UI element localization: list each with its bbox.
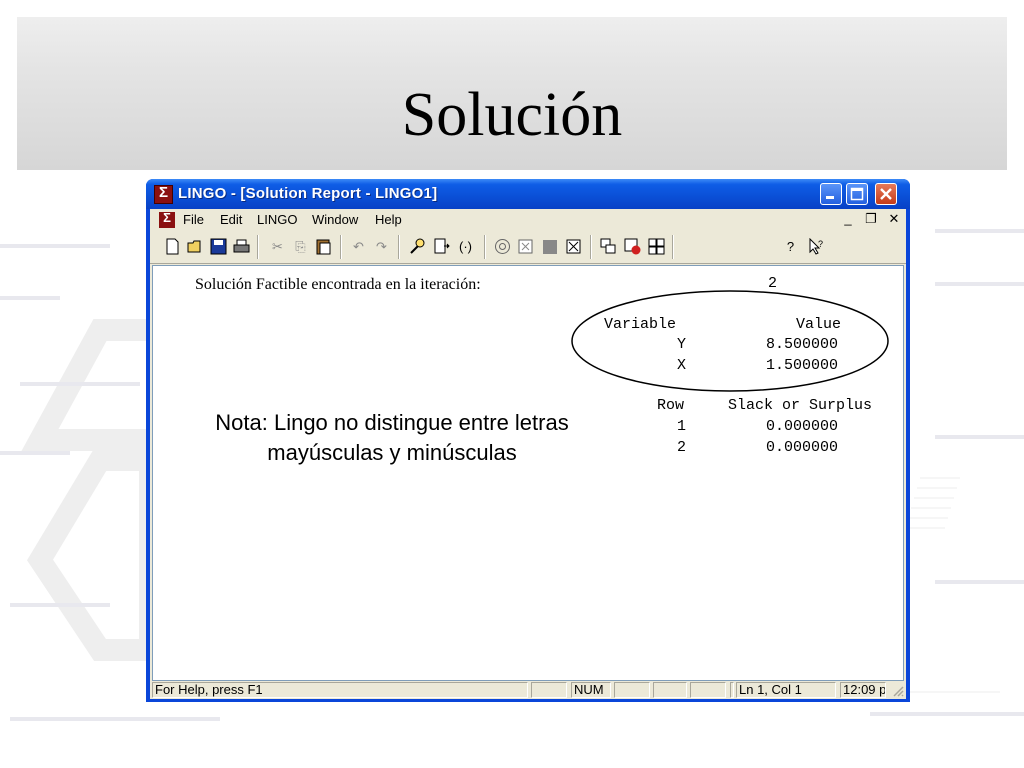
window-title: LINGO - [Solution Report - LINGO1] bbox=[178, 185, 438, 202]
lingo-app-icon[interactable]: Σ bbox=[154, 184, 173, 204]
status-cursor-position: Ln 1, Col 1 bbox=[736, 682, 836, 698]
redo-icon[interactable]: ↷ bbox=[371, 236, 392, 257]
slide-title: Solución bbox=[401, 81, 623, 149]
row-number: 1 bbox=[677, 418, 687, 435]
minimize-icon bbox=[826, 196, 834, 199]
copy-icon[interactable]: ⎘ bbox=[290, 236, 311, 257]
slack-column-header: Slack or Surplus bbox=[728, 397, 873, 414]
window-titlebar[interactable]: Σ LINGO - [Solution Report - LINGO1] bbox=[146, 179, 910, 209]
tile-icon[interactable] bbox=[646, 236, 667, 257]
menu-window[interactable]: Window bbox=[312, 212, 358, 227]
send-to-back-icon[interactable] bbox=[598, 236, 619, 257]
toolbar-separator bbox=[340, 235, 342, 259]
toolbar-separator bbox=[484, 235, 486, 259]
doc-close-button[interactable]: ✕ bbox=[886, 211, 902, 227]
close-all-icon[interactable] bbox=[622, 236, 643, 257]
status-pane-empty bbox=[614, 682, 650, 698]
open-icon[interactable] bbox=[185, 236, 206, 257]
solution-report-document[interactable]: Solución Factible encontrada en la itera… bbox=[152, 265, 904, 681]
close-icon bbox=[880, 188, 892, 200]
document-icon[interactable]: Σ bbox=[159, 210, 175, 228]
status-num-indicator: NUM bbox=[571, 682, 611, 698]
lingo-window: Σ LINGO - [Solution Report - LINGO1] Σ F… bbox=[146, 179, 910, 702]
new-icon[interactable] bbox=[162, 236, 183, 257]
menu-help[interactable]: Help bbox=[375, 212, 402, 227]
solution-icon[interactable] bbox=[515, 236, 536, 257]
highlight-ellipse bbox=[571, 290, 889, 392]
menu-bar: Σ File Edit LINGO Window Help _ ❐ ✕ bbox=[150, 209, 906, 231]
status-pane-empty bbox=[653, 682, 687, 698]
help-topics-icon[interactable]: ? bbox=[780, 236, 801, 257]
menu-lingo[interactable]: LINGO bbox=[257, 212, 297, 227]
toolbar-separator bbox=[257, 235, 259, 259]
goto-line-icon[interactable] bbox=[431, 236, 452, 257]
close-button[interactable] bbox=[875, 183, 897, 205]
status-help-text: For Help, press F1 bbox=[152, 682, 528, 698]
find-icon[interactable] bbox=[407, 236, 428, 257]
row-column-header: Row bbox=[657, 397, 685, 414]
svg-text:?: ? bbox=[818, 239, 823, 249]
maximize-button[interactable] bbox=[846, 183, 868, 205]
context-help-icon[interactable]: ? bbox=[806, 236, 827, 257]
note-line: Nota: Lingo no distingue entre letras bbox=[215, 410, 569, 435]
status-pane-empty bbox=[690, 682, 726, 698]
status-bar: For Help, press F1 NUM Ln 1, Col 1 12:09… bbox=[150, 681, 906, 699]
maximize-icon bbox=[850, 187, 864, 201]
undo-icon[interactable]: ↶ bbox=[348, 236, 369, 257]
window-client-area: Σ File Edit LINGO Window Help _ ❐ ✕ ✂ ⎘ … bbox=[150, 209, 906, 699]
cut-icon[interactable]: ✂ bbox=[267, 236, 288, 257]
match-parenthesis-icon[interactable]: (·) bbox=[455, 236, 476, 257]
status-pane-empty bbox=[730, 682, 734, 698]
row-slack: 0.000000 bbox=[766, 418, 839, 435]
doc-restore-button[interactable]: ❐ bbox=[863, 211, 879, 227]
minimize-button[interactable] bbox=[820, 183, 842, 205]
paste-icon[interactable] bbox=[313, 236, 334, 257]
title-band: Solución bbox=[17, 17, 1007, 170]
note-line: mayúsculas y minúsculas bbox=[267, 440, 517, 465]
status-time: 12:09 p bbox=[840, 682, 886, 698]
note-annotation: Nota: Lingo no distingue entre letras ma… bbox=[173, 408, 611, 468]
toolbar-separator bbox=[672, 235, 674, 259]
status-pane-empty bbox=[531, 682, 567, 698]
toolbar-separator bbox=[398, 235, 400, 259]
save-icon[interactable] bbox=[208, 236, 229, 257]
look-icon[interactable] bbox=[563, 236, 584, 257]
row-number: 2 bbox=[677, 439, 687, 456]
doc-minimize-button[interactable]: _ bbox=[840, 211, 856, 227]
print-icon[interactable] bbox=[231, 236, 252, 257]
menu-file[interactable]: File bbox=[183, 212, 204, 227]
toolbar: ✂ ⎘ ↶ ↷ (·) ? ? bbox=[150, 231, 906, 264]
resize-grip-icon[interactable] bbox=[891, 684, 904, 697]
toolbar-separator bbox=[590, 235, 592, 259]
solve-icon[interactable] bbox=[492, 236, 513, 257]
row-slack: 0.000000 bbox=[766, 439, 839, 456]
matrix-icon[interactable] bbox=[539, 236, 560, 257]
feasible-solution-label: Solución Factible encontrada en la itera… bbox=[195, 276, 481, 293]
menu-edit[interactable]: Edit bbox=[220, 212, 242, 227]
